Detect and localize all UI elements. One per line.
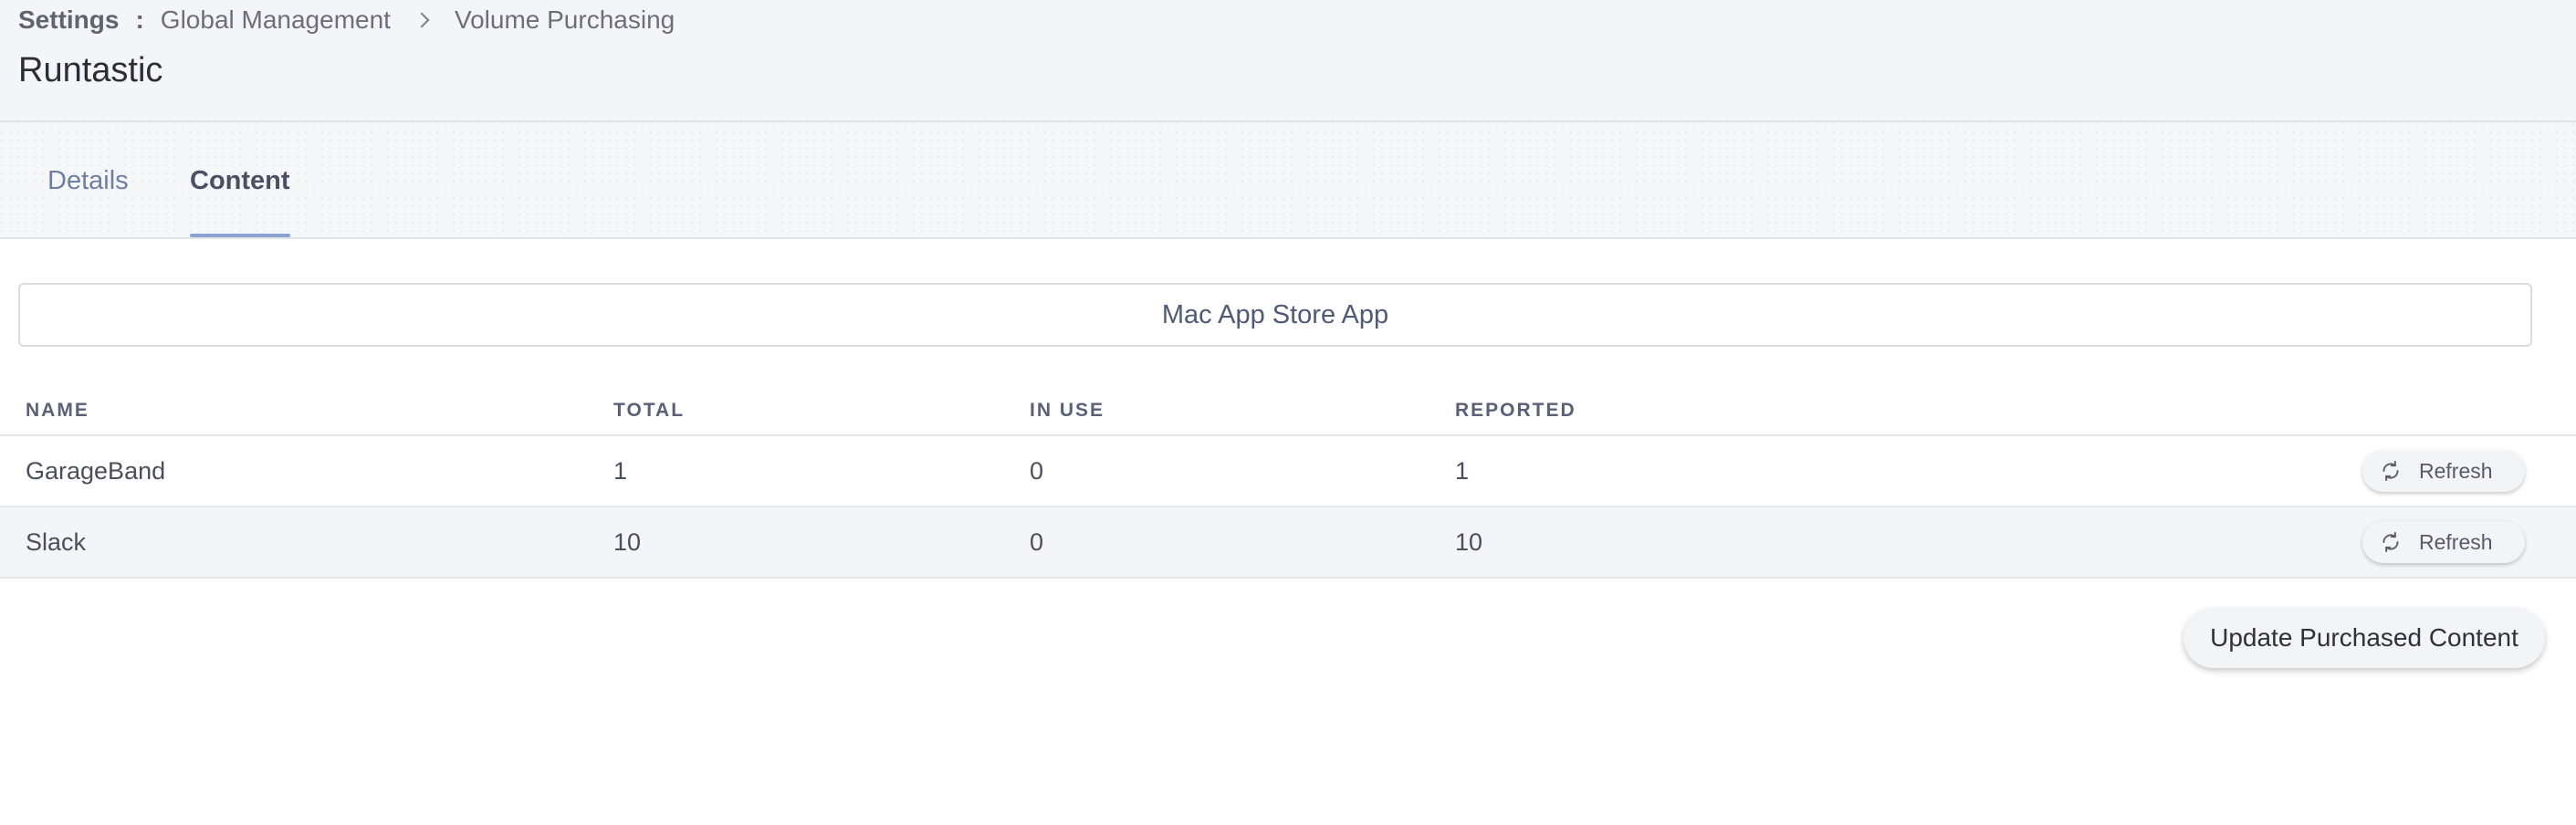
cell-name: Slack: [26, 527, 87, 556]
refresh-button[interactable]: Refresh: [2362, 450, 2525, 492]
cell-reported: 1: [1455, 456, 1470, 485]
page-header: Settings : Global Management Volume Purc…: [0, 0, 2576, 122]
cell-in-use: 0: [1030, 527, 1044, 556]
refresh-icon: [2382, 461, 2399, 481]
column-header-reported[interactable]: REPORTED: [1455, 400, 1576, 422]
refresh-button[interactable]: Refresh: [2362, 521, 2525, 563]
tab-bar: Details Content: [0, 122, 2576, 239]
breadcrumb-root[interactable]: Settings: [18, 5, 119, 35]
refresh-button-label: Refresh: [2419, 458, 2493, 483]
update-purchased-content-button[interactable]: Update Purchased Content: [2183, 608, 2545, 668]
table-row: GarageBand 1 0 1 Refresh: [0, 436, 2576, 507]
refresh-button-label: Refresh: [2419, 529, 2493, 554]
section-header-mac-app-store: Mac App Store App: [18, 283, 2532, 347]
breadcrumb-separator: :: [135, 5, 144, 34]
page-title: Runtastic: [18, 51, 163, 89]
cell-total: 10: [613, 527, 642, 556]
column-header-in-use[interactable]: IN USE: [1030, 400, 1105, 422]
cell-name: GarageBand: [26, 456, 166, 485]
breadcrumb-item-volume-purchasing: Volume Purchasing: [454, 5, 675, 34]
active-tab-indicator: [190, 234, 290, 237]
refresh-icon: [2382, 532, 2399, 552]
update-button-label: Update Purchased Content: [2210, 623, 2518, 652]
column-header-name[interactable]: NAME: [26, 400, 89, 422]
cell-total: 1: [613, 456, 628, 485]
tab-content[interactable]: Content: [190, 122, 290, 239]
breadcrumb-item-global-management[interactable]: Global Management: [161, 5, 391, 35]
table-row: Slack 10 0 10 Refresh: [0, 507, 2576, 579]
breadcrumb: Settings : Global Management Volume Purc…: [18, 4, 675, 37]
tab-content-label: Content: [190, 165, 290, 195]
table-header: NAME TOTAL IN USE REPORTED: [0, 392, 2576, 436]
cell-in-use: 0: [1030, 456, 1044, 485]
cell-reported: 10: [1455, 527, 1483, 556]
content-table: NAME TOTAL IN USE REPORTED GarageBand 1 …: [0, 392, 2576, 579]
section-title: Mac App Store App: [1161, 299, 1389, 329]
tab-details-label: Details: [47, 165, 129, 195]
tab-details[interactable]: Details: [47, 122, 129, 239]
column-header-total[interactable]: TOTAL: [613, 400, 685, 422]
chevron-right-icon: [414, 12, 430, 28]
